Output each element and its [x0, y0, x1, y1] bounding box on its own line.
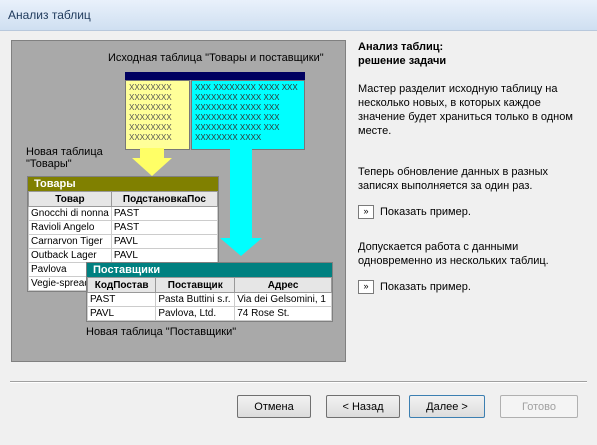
table-analyzer-wizard: Анализ таблиц Исходная таблица "Товары и…: [0, 0, 597, 445]
new-goods-label-line2: "Товары": [26, 158, 72, 170]
goods-cell: PAVL: [110, 248, 219, 263]
goods-cell: Carnarvon Tiger: [28, 234, 112, 249]
suppliers-grid: КодПостав Поставщик Адрес PAST Pasta Butt…: [86, 277, 332, 321]
cyan-arrow-head: [220, 238, 262, 256]
show-example-2-label[interactable]: Показать пример.: [380, 281, 471, 293]
suppliers-cell: 74 Rose St.: [234, 306, 332, 321]
suppliers-header-code: КодПостав: [86, 277, 157, 293]
goods-header-supplier-lookup: ПодстановкаПос: [110, 191, 219, 207]
title-bar: Анализ таблиц: [0, 0, 597, 31]
suppliers-table-caption: Поставщики: [87, 263, 332, 277]
goods-cell: PAST: [110, 206, 219, 221]
back-button[interactable]: < Назад: [326, 395, 400, 418]
source-table-label: Исходная таблица "Товары и поставщики": [108, 52, 324, 64]
source-table-illustration: XXXXXXXX XXXXXXXX XXXXXXXX XXXXXXXX XXXX…: [125, 72, 305, 150]
suppliers-header-address: Адрес: [234, 277, 332, 293]
footer-divider: [10, 381, 587, 383]
cyan-arrow-shaft: [230, 148, 252, 240]
info-title-line2: решение задачи: [358, 55, 447, 67]
info-title: Анализ таблиц: решение задачи: [358, 40, 446, 68]
suppliers-cell: PAST: [86, 292, 157, 307]
goods-header-product: Товар: [28, 191, 112, 207]
show-example-1-button[interactable]: »: [358, 205, 374, 219]
show-example-1-label[interactable]: Показать пример.: [380, 206, 471, 218]
source-left-part: XXXXXXXX XXXXXXXX XXXXXXXX XXXXXXXX XXXX…: [125, 80, 190, 150]
goods-cell: PAST: [110, 220, 219, 235]
goods-cell: Gnocchi di nonna: [28, 206, 112, 221]
suppliers-cell: Pavlova, Ltd.: [155, 306, 236, 321]
show-example-2-button[interactable]: »: [358, 280, 374, 294]
table-row: Carnarvon Tiger PAVL: [28, 234, 219, 249]
info-title-line1: Анализ таблиц:: [358, 41, 444, 53]
suppliers-cell: Pasta Buttini s.r.: [155, 292, 236, 307]
goods-cell: Outback Lager: [28, 248, 112, 263]
new-suppliers-label: Новая таблица "Поставщики": [86, 326, 237, 338]
goods-table-caption: Товары: [28, 177, 218, 191]
new-goods-label-line1: Новая таблица: [26, 146, 103, 158]
source-table-header: [125, 72, 305, 80]
table-row: Ravioli Angelo PAST: [28, 220, 219, 235]
suppliers-cell: PAVL: [86, 306, 157, 321]
source-right-part: XXX XXXXXXXX XXXX XXX XXXXXXXX XXXX XXX …: [191, 80, 305, 150]
goods-cell: Ravioli Angelo: [28, 220, 112, 235]
suppliers-table: Поставщики КодПостав Поставщик Адрес PAS…: [86, 262, 333, 322]
table-row: Gnocchi di nonna PAST: [28, 206, 219, 221]
goods-cell: PAVL: [110, 234, 219, 249]
table-row: PAST Pasta Buttini s.r. Via dei Gelsomini,…: [86, 292, 332, 307]
window-title: Анализ таблиц: [8, 8, 91, 22]
yellow-arrow-head: [132, 158, 172, 176]
info-paragraph-1: Мастер разделит исходную таблицу на неск…: [358, 83, 573, 137]
cancel-button[interactable]: Отмена: [237, 395, 311, 418]
suppliers-header-name: Поставщик: [155, 277, 236, 293]
suppliers-cell: Via dei Gelsomini, 1: [234, 292, 332, 307]
info-paragraph-3: Допускается работа с данными одновременн…: [358, 241, 549, 267]
table-row: Outback Lager PAVL: [28, 248, 219, 263]
next-button[interactable]: Далее >: [409, 395, 485, 418]
finish-button[interactable]: Готово: [500, 395, 578, 418]
info-paragraph-2: Теперь обновление данных в разных запися…: [358, 166, 549, 192]
table-row: PAVL Pavlova, Ltd. 74 Rose St.: [86, 306, 332, 321]
